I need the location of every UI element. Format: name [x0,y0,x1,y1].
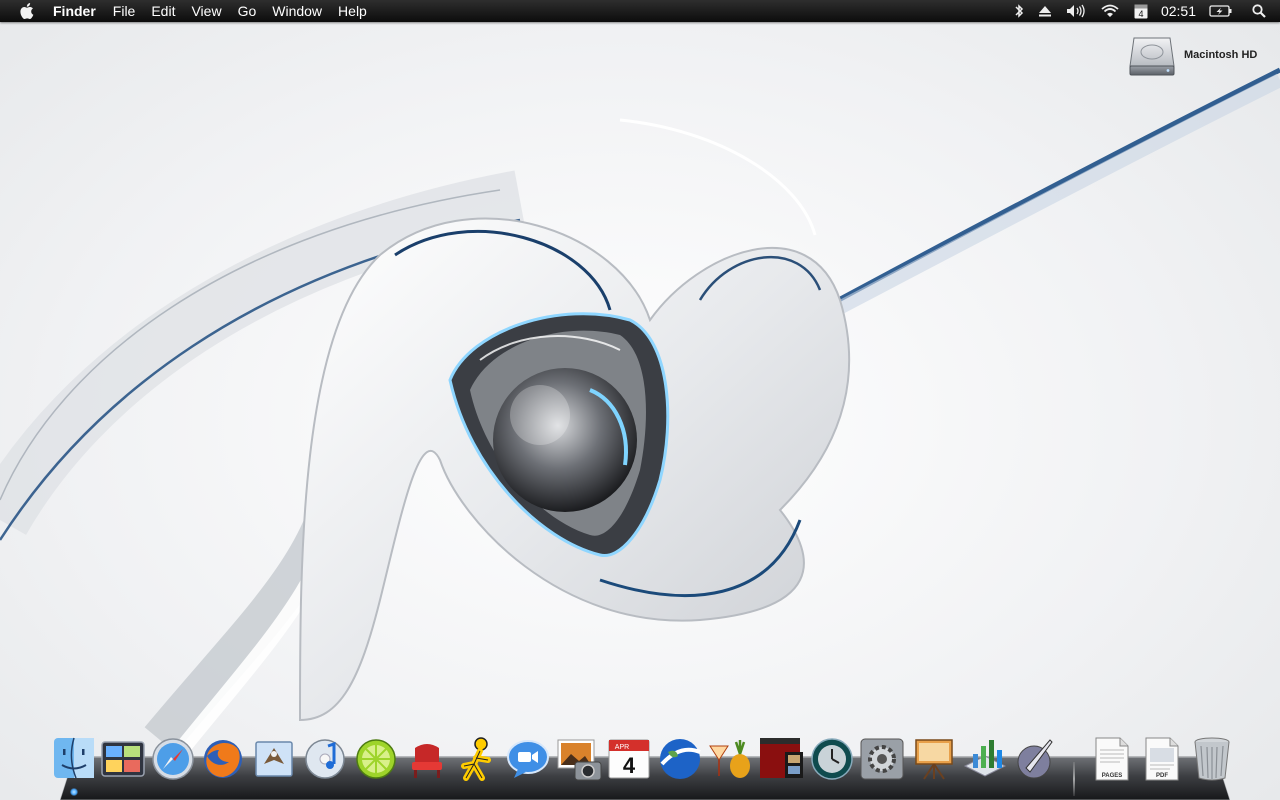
dock-stack-pages[interactable]: PAGES [1090,734,1138,784]
spotlight-search-icon[interactable] [1240,0,1280,22]
dock-app-imovie[interactable] [757,734,805,784]
dock-app-adium[interactable] [706,734,754,784]
desktop-icon-macintosh-hd[interactable]: Macintosh HD [1128,30,1268,80]
dock-app-system-preferences[interactable] [858,734,906,784]
menu-help[interactable]: Help [330,0,375,22]
time-machine-icon [811,738,853,780]
dock-app-numbers[interactable] [961,734,1009,784]
desktop-wallpaper [0,0,1280,800]
keynote-icon [915,739,953,780]
numbers-icon [963,740,1007,777]
dock-app-script-editor[interactable] [1012,734,1060,784]
battery-charging-icon[interactable] [1202,0,1240,22]
finder-icon [54,737,94,779]
dock-app-finder[interactable] [50,734,98,796]
menu-window[interactable]: Window [264,0,330,22]
menu-view[interactable]: View [183,0,229,22]
dock-app-limewire[interactable] [352,734,400,784]
dock-app-dashboard[interactable] [99,734,147,784]
google-earth-icon [660,739,701,779]
dock-app-ichat[interactable] [504,734,552,784]
dock-app-itunes[interactable] [301,734,349,784]
dock-app-safari[interactable] [149,734,197,784]
itunes-icon [305,739,345,779]
menu-bar: Finder File Edit View Go Window Help 4 0… [0,0,1280,22]
dock-app-keynote[interactable] [910,734,958,784]
volume-icon[interactable] [1059,0,1093,22]
pdf-document-icon: PDF [1145,737,1179,781]
ical-month: APR [615,744,629,751]
aim-icon [461,737,491,781]
mail-icon [255,741,293,777]
running-indicator [70,788,78,796]
dock-app-aim[interactable] [454,734,502,784]
trash-icon [1194,737,1230,781]
dock-app-mail[interactable] [250,734,298,784]
iphoto-icon [557,739,602,781]
limewire-icon [356,739,396,779]
dock: APR 4 PAGES PDF [0,722,1280,800]
apple-menu-icon[interactable] [17,0,39,22]
calendar-day-text: 4 [1138,9,1143,19]
dock-app-front-row[interactable] [403,734,451,784]
safari-icon [152,738,194,780]
wallpaper-artwork [0,67,1280,753]
dock-items: APR 4 PAGES PDF [0,722,1280,800]
firefox-icon [204,740,242,778]
script-editor-icon [1017,739,1053,779]
menubar-clock[interactable]: 02:51 [1155,0,1202,22]
front-row-icon [412,744,442,778]
imovie-icon [760,738,803,778]
dock-app-firefox[interactable] [199,734,247,784]
menu-app-finder[interactable]: Finder [53,0,105,22]
dock-app-ical[interactable]: APR 4 [605,734,653,784]
system-preferences-icon [860,738,904,780]
dock-separator [1073,762,1075,796]
dock-app-time-machine[interactable] [808,734,856,784]
dashboard-icon [101,741,145,777]
dock-app-iphoto[interactable] [555,734,603,784]
ical-day: 4 [623,753,636,778]
calendar-menu-icon[interactable]: 4 [1127,0,1155,22]
menu-go[interactable]: Go [230,0,265,22]
eject-icon[interactable] [1031,0,1059,22]
cocktail-icon [709,740,750,778]
dock-trash[interactable] [1190,734,1238,784]
menu-file[interactable]: File [105,0,144,22]
ichat-icon [507,740,549,778]
dock-app-google-earth[interactable] [656,734,704,784]
pdf-label: PDF [1156,773,1168,779]
pages-label: PAGES [1102,773,1123,779]
ical-icon: APR 4 [608,739,650,779]
menu-edit[interactable]: Edit [143,0,183,22]
desktop-icon-label: Macintosh HD [1184,49,1258,61]
wifi-icon[interactable] [1093,0,1127,22]
bluetooth-icon[interactable] [1007,0,1031,22]
hard-drive-icon [1129,37,1175,76]
dock-stack-pdf[interactable]: PDF [1140,734,1188,784]
pages-document-icon: PAGES [1095,737,1129,781]
